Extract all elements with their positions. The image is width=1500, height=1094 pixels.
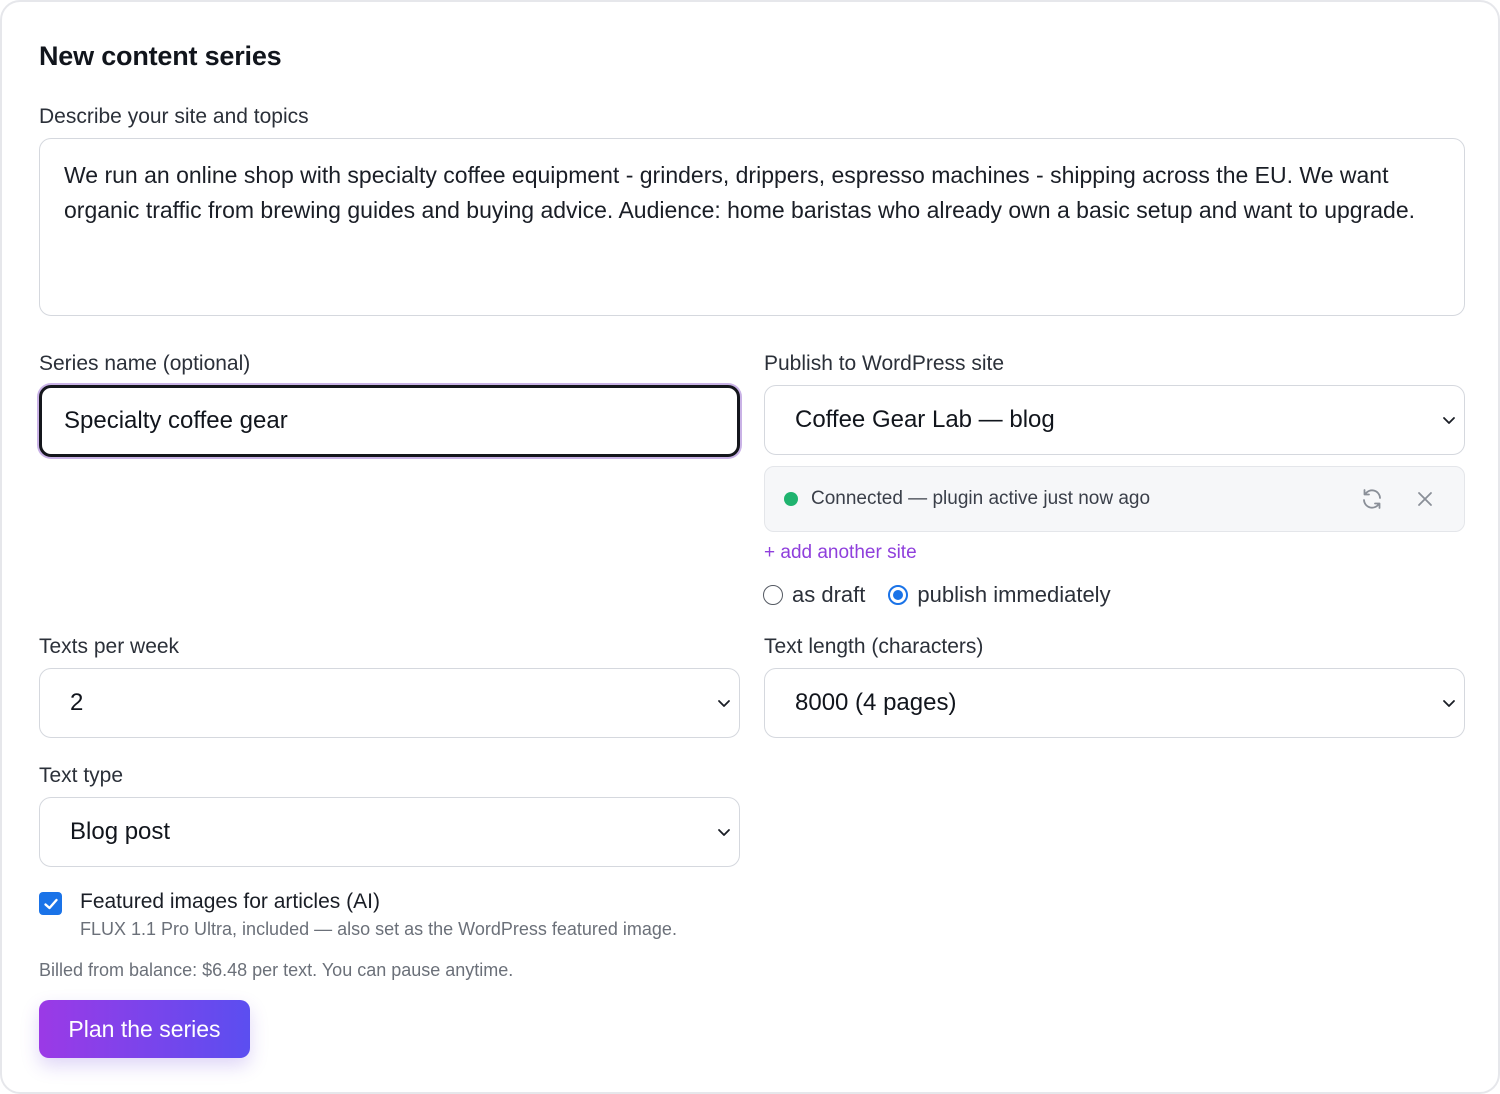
featured-images-help: FLUX 1.1 Pro Ultra, included — also set … xyxy=(80,919,677,939)
check-icon xyxy=(43,898,58,909)
texts-per-week-label: Texts per week xyxy=(39,635,180,658)
description-textarea[interactable]: We run an online shop with specialty cof… xyxy=(39,138,1465,316)
plan-series-button[interactable]: Plan the series xyxy=(39,1000,250,1058)
series-name-input[interactable]: Specialty coffee gear xyxy=(39,385,740,457)
text-type-select[interactable]: Blog post xyxy=(39,797,740,867)
page-title: New content series xyxy=(39,41,282,71)
texts-per-week-select[interactable]: 2 xyxy=(39,668,740,738)
publish-option-immediately[interactable]: publish immediately xyxy=(888,582,1111,608)
chevron-down-icon xyxy=(1443,700,1455,707)
description-label: Describe your site and topics xyxy=(39,105,309,128)
radio-immediately[interactable] xyxy=(888,585,909,605)
chevron-down-icon xyxy=(718,829,730,836)
chevron-down-icon xyxy=(718,700,730,707)
connection-status: Connected — plugin active just now ago xyxy=(764,466,1465,532)
close-icon[interactable] xyxy=(1412,486,1438,512)
radio-immediately-label: publish immediately xyxy=(917,582,1111,607)
billing-note: Billed from balance: $6.48 per text. You… xyxy=(39,960,514,980)
text-length-label: Text length (characters) xyxy=(764,635,984,658)
chevron-down-icon xyxy=(1443,417,1455,424)
text-length-value: 8000 (4 pages) xyxy=(795,689,957,716)
featured-images-label[interactable]: Featured images for articles (AI) xyxy=(80,890,380,914)
new-series-card: New content series Describe your site an… xyxy=(0,0,1500,1094)
connection-status-text: Connected — plugin active just now ago xyxy=(811,488,1151,509)
wordpress-site-select[interactable]: Coffee Gear Lab — blog xyxy=(764,385,1465,455)
status-dot xyxy=(784,492,798,506)
wordpress-site-label: Publish to WordPress site xyxy=(764,352,1005,375)
publish-option-draft[interactable]: as draft xyxy=(763,582,865,608)
refresh-icon[interactable] xyxy=(1359,486,1385,512)
add-another-site-link[interactable]: + add another site xyxy=(764,542,917,564)
text-length-select[interactable]: 8000 (4 pages) xyxy=(764,668,1465,738)
wordpress-site-value: Coffee Gear Lab — blog xyxy=(795,406,1055,433)
series-name-value: Specialty coffee gear xyxy=(64,407,288,434)
text-type-value: Blog post xyxy=(70,818,171,845)
publish-mode-group: as draft publish immediately xyxy=(763,581,1111,609)
radio-draft[interactable] xyxy=(763,585,783,605)
radio-draft-label: as draft xyxy=(792,582,866,607)
texts-per-week-value: 2 xyxy=(70,689,84,716)
featured-images-checkbox[interactable] xyxy=(39,892,62,915)
series-name-label: Series name (optional) xyxy=(39,352,251,375)
text-type-label: Text type xyxy=(39,764,124,787)
